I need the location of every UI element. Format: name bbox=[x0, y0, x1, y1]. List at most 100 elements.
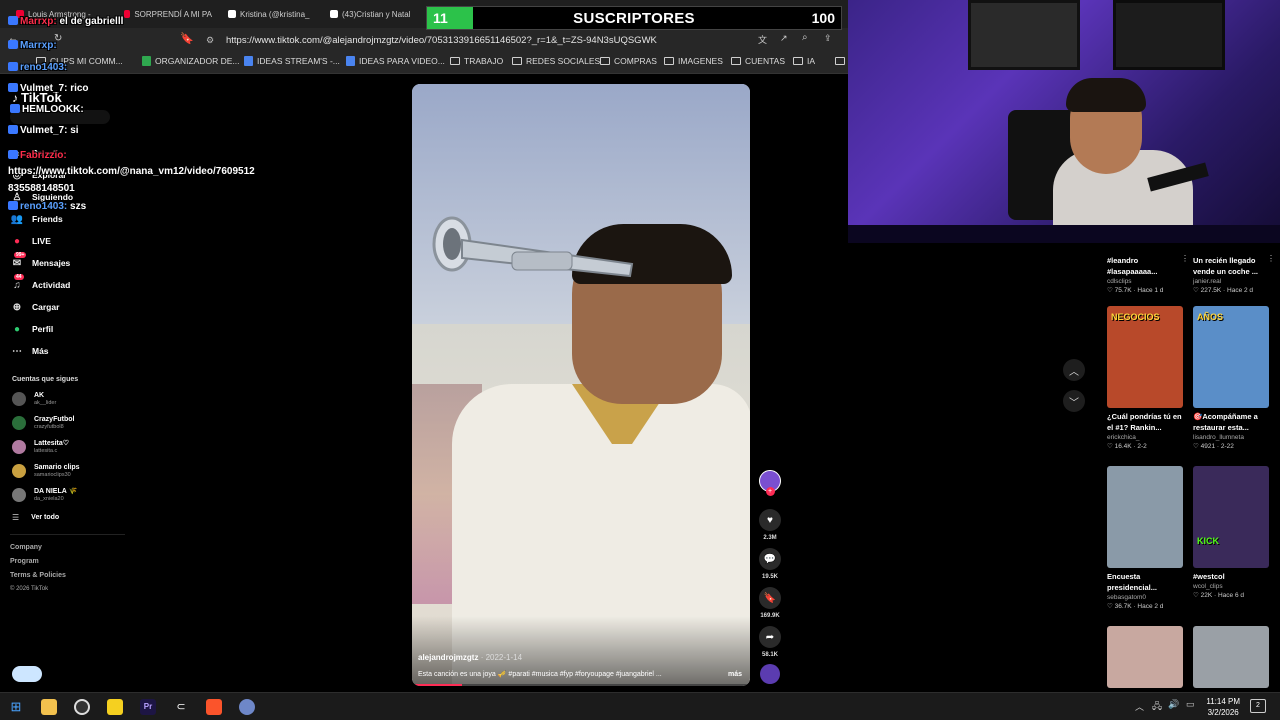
sidebar-item-message[interactable]: ✉ Mensajes bbox=[10, 256, 70, 270]
bookmark-item[interactable]: IDEAS STREAM'S -... bbox=[244, 56, 340, 66]
footer-link[interactable]: Company bbox=[10, 544, 42, 551]
site-info-icon[interactable]: ⚙ bbox=[206, 32, 214, 49]
bookmark-item[interactable]: CUENTAS bbox=[731, 56, 785, 66]
next-video-button[interactable]: ﹀ bbox=[1063, 390, 1085, 412]
save-button[interactable]: 🔖 169.9K bbox=[759, 587, 781, 619]
related-video-card[interactable]: Encuesta presidencial... sebasgatom0 ♡ 36.… bbox=[1107, 466, 1183, 610]
more-options-icon[interactable]: ⋮ bbox=[1181, 254, 1189, 263]
see-all-link[interactable]: ☰ Ver todo bbox=[12, 513, 59, 522]
chat-message: Marrxp: el de gabrielll bbox=[8, 16, 123, 27]
volume-icon[interactable]: 🔊 bbox=[1168, 699, 1179, 710]
video-author[interactable]: alejandrojmzgtz bbox=[418, 653, 478, 662]
sidebar-item-more[interactable]: ⋯ Más bbox=[10, 344, 49, 358]
share-arrow-icon: ➦ bbox=[759, 626, 781, 648]
video-progress-bar[interactable] bbox=[412, 684, 750, 686]
bookmark-item[interactable]: COMPRAS bbox=[600, 56, 657, 66]
chat-message: Marrxp: bbox=[8, 40, 57, 51]
following-account[interactable]: Lattesita♡ lattesita.c bbox=[12, 440, 69, 454]
creator-avatar-button[interactable]: + bbox=[759, 470, 781, 496]
bookmark-item[interactable]: IA bbox=[793, 56, 815, 66]
settings-icon[interactable] bbox=[239, 699, 255, 715]
following-account[interactable]: DA NIELA 🌾 da_xniela20 bbox=[12, 488, 77, 502]
bookmark-icon[interactable]: 🔖 bbox=[180, 32, 194, 45]
related-video-title: #westcol bbox=[1193, 572, 1225, 581]
related-video-thumbnail[interactable] bbox=[1193, 626, 1269, 688]
sticky-notes-icon[interactable] bbox=[107, 699, 123, 715]
follow-plus-icon[interactable]: + bbox=[765, 487, 775, 496]
notification-button[interactable]: 2 bbox=[1250, 699, 1266, 713]
bookmark-item[interactable]: IDEAS PARA VIDEO... bbox=[346, 56, 445, 66]
footer-link[interactable]: Program bbox=[10, 558, 39, 565]
brave-icon[interactable] bbox=[206, 699, 222, 715]
avatar bbox=[12, 488, 26, 502]
related-video-card[interactable]: AÑOS 🎯Acompáñame a restaurar esta... lisan… bbox=[1193, 306, 1269, 450]
related-video-card[interactable]: NEGOCIOS ¿Cuál pondrías tú en el #1? Rank… bbox=[1107, 306, 1183, 450]
share-icon[interactable]: ⇪ bbox=[824, 33, 832, 44]
docs-icon bbox=[244, 56, 253, 66]
sidebar-item-live[interactable]: ● LIVE bbox=[10, 234, 51, 248]
related-video-stats: ♡ 4921 · 2-22 bbox=[1193, 443, 1234, 450]
related-video-card[interactable]: KICK #westcol wcol_clips ♡ 22K · Hace 6 d bbox=[1193, 466, 1269, 599]
tray-chevron-icon[interactable]: ︿ bbox=[1135, 700, 1144, 713]
like-button[interactable]: ♥ 2.3M bbox=[759, 509, 781, 541]
open-external-icon[interactable]: ↗ bbox=[780, 33, 788, 44]
desk bbox=[848, 225, 1280, 243]
related-video-thumbnail[interactable]: KICK bbox=[1193, 466, 1269, 568]
file-explorer-icon[interactable] bbox=[41, 699, 57, 715]
related-video-thumbnail[interactable]: AÑOS bbox=[1193, 306, 1269, 408]
obs-icon[interactable] bbox=[74, 699, 90, 715]
browser-tab[interactable]: Kristina (@kristina_ bbox=[220, 3, 314, 25]
folder-icon bbox=[664, 57, 674, 65]
system-clock[interactable]: 11:14 PM 3/2/2026 bbox=[1206, 696, 1240, 718]
following-handle: ak__lider bbox=[34, 400, 57, 406]
network-icon[interactable]: 🖧 bbox=[1152, 699, 1162, 715]
sidebar-item-upload[interactable]: ⊕ Cargar bbox=[10, 300, 60, 314]
profile-icon: ● bbox=[13, 323, 21, 335]
caption-more-link[interactable]: más bbox=[728, 671, 742, 678]
bookmark-item[interactable]: TRABAJO bbox=[450, 56, 503, 66]
chat-badge-icon bbox=[8, 62, 18, 71]
chevron-down-icon: ﹀ bbox=[1069, 397, 1079, 409]
related-video-thumbnail[interactable]: NEGOCIOS bbox=[1107, 306, 1183, 408]
translate-icon[interactable]: 文 bbox=[758, 33, 767, 46]
following-account-text: DA NIELA 🌾 da_xniela20 bbox=[34, 488, 77, 502]
related-video-card[interactable] bbox=[1107, 626, 1183, 688]
related-video-thumbnail[interactable] bbox=[1107, 626, 1183, 688]
following-name: AK bbox=[34, 392, 45, 399]
video-player[interactable]: alejandrojmzgtz · 2022-1-14 Esta canción… bbox=[412, 84, 750, 686]
bookmark-item[interactable]: IMAGENES bbox=[664, 56, 723, 66]
related-video-thumbnail[interactable] bbox=[1107, 466, 1183, 568]
premiere-icon[interactable]: Pr bbox=[140, 699, 156, 715]
sidebar-item-activity[interactable]: ♫ Actividad bbox=[10, 278, 70, 292]
bookmark-item[interactable]: REDES SOCIALES bbox=[512, 56, 600, 66]
previous-video-button[interactable]: ︿ bbox=[1063, 359, 1085, 381]
start-icon[interactable]: ⊞ bbox=[8, 699, 24, 715]
more-options-icon[interactable]: ⋮ bbox=[1267, 254, 1275, 263]
search-icon[interactable]: ⌕ bbox=[802, 32, 808, 43]
browser-tab[interactable]: SORPRENDÍ A MI PA bbox=[116, 3, 212, 25]
chevron-up-icon: ︿ bbox=[1069, 366, 1079, 378]
following-account[interactable]: Samario clips samarioclips30 bbox=[12, 464, 80, 478]
toggle-widget[interactable] bbox=[12, 666, 42, 682]
capcut-icon[interactable]: ⊂ bbox=[173, 699, 189, 715]
following-name: CrazyFutbol bbox=[34, 416, 75, 423]
share-button[interactable]: ➦ 58.1K bbox=[759, 626, 781, 658]
footer-link[interactable]: Terms & Policies bbox=[10, 572, 66, 579]
comment-button[interactable]: 💬 19.5K bbox=[759, 548, 781, 580]
battery-icon[interactable]: ▭ bbox=[1186, 699, 1195, 710]
music-disc-button[interactable] bbox=[759, 664, 781, 684]
related-video-card[interactable] bbox=[1193, 626, 1269, 688]
related-video-card[interactable]: #leandro #lasapaaaaa... cdlsclips ♡ 75.7K … bbox=[1107, 252, 1189, 294]
following-account[interactable]: CrazyFutbol crazyfutbol8 bbox=[12, 416, 74, 430]
video-author-line[interactable]: alejandrojmzgtz · 2022-1-14 bbox=[418, 653, 522, 662]
chat-username: Vulmet_7: bbox=[20, 125, 68, 136]
sidebar-item-profile[interactable]: ● Perfil bbox=[10, 322, 53, 336]
following-account[interactable]: AK ak__lider bbox=[12, 392, 56, 406]
sidebar-item-friends[interactable]: 👥 Friends bbox=[10, 212, 63, 226]
related-video-card[interactable]: Un recién llegado vende un coche ... jani… bbox=[1193, 252, 1275, 294]
list-icon: ☰ bbox=[12, 513, 20, 522]
comment-count: 19.5K bbox=[761, 574, 778, 580]
trumpet-illustration bbox=[432, 216, 634, 278]
address-bar[interactable]: ⚙ https://www.tiktok.com/@alejandrojmzgt… bbox=[200, 32, 850, 49]
bookmark-item[interactable]: ORGANIZADOR DE... bbox=[142, 56, 240, 66]
